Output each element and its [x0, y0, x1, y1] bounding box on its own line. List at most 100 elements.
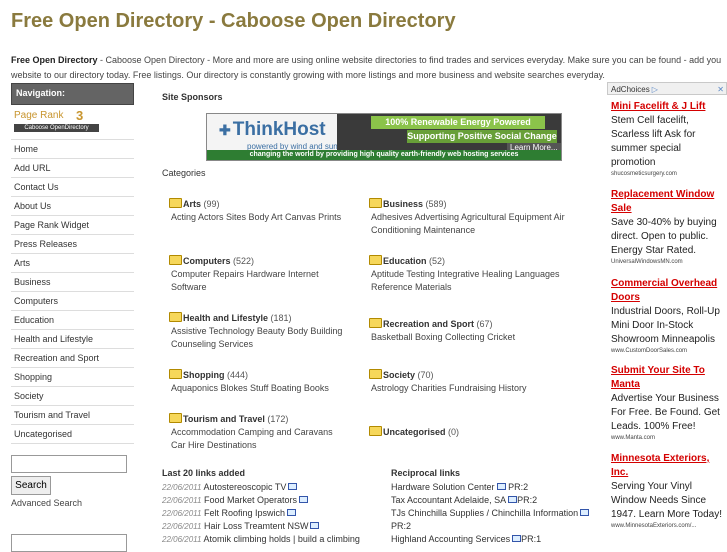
category-name[interactable]: Arts — [183, 199, 201, 209]
reciprocal-link-row[interactable]: Hardware Solution Center PR:2 — [391, 481, 596, 494]
subcategories[interactable]: Acting Actors Sites Body Art Canvas Prin… — [169, 211, 349, 224]
reciprocal-link-row[interactable]: Tax Accountant Adelaide, SA PR:2 — [391, 494, 596, 507]
ad-title[interactable]: Replacement Window Sale — [611, 188, 725, 216]
external-link-icon — [508, 496, 518, 503]
subcategories[interactable]: Computer Repairs Hardware Internet Softw… — [169, 268, 349, 294]
subcategories[interactable]: Basketball Boxing Collecting Cricket — [369, 331, 569, 344]
last-link-row[interactable]: 22/06/2011 Hair Loss Treamtent NSW — [162, 520, 360, 533]
link-text[interactable]: Hardware Solution Center — [391, 482, 495, 492]
category-name[interactable]: Recreation and Sport — [383, 319, 474, 329]
nav-item-society[interactable]: Society — [11, 387, 134, 406]
nav-item-arts[interactable]: Arts — [11, 254, 134, 273]
categories-heading: Categories — [162, 168, 206, 178]
ad-title[interactable]: Submit Your Site To Manta — [611, 364, 725, 392]
intro-rest: - Caboose Open Directory - More and more… — [11, 55, 722, 80]
ad-title[interactable]: Minnesota Exteriors, Inc. — [611, 452, 725, 480]
page-rank-widget[interactable]: Page Rank 3 Caboose OpenDirectory — [14, 108, 99, 134]
ad-close-icon[interactable]: ✕ — [717, 83, 724, 96]
subcategories[interactable]: Assistive Technology Beauty Body Buildin… — [169, 325, 349, 351]
ad-url[interactable]: www.MinnesotaExteriors.com/... — [611, 522, 725, 531]
last-link-row[interactable]: 22/06/2011 Autostereoscopic TV — [162, 481, 360, 494]
banner-strip: changing the world by providing high qua… — [207, 150, 561, 160]
nav-item-computers[interactable]: Computers — [11, 292, 134, 311]
nav-item-page-rank-widget[interactable]: Page Rank Widget — [11, 216, 134, 235]
ads-column: AdChoices ▷ ✕ Mini Facelift & J Lift Stem … — [607, 82, 727, 545]
category-computers: Computers (522) Computer Repairs Hardwar… — [169, 255, 349, 294]
external-link-icon — [512, 535, 522, 542]
category-name[interactable]: Shopping — [183, 370, 225, 380]
ad-url[interactable]: www.Manta.com — [611, 434, 725, 443]
external-link-icon — [287, 509, 296, 516]
subcategories[interactable]: Aptitude Testing Integrative Healing Lan… — [369, 268, 569, 294]
category-name[interactable]: Health and Lifestyle — [183, 313, 268, 323]
nav-list: Home Add URL Contact Us About Us Page Ra… — [11, 139, 134, 444]
external-link-icon — [580, 509, 590, 516]
nav-item-tourism-and-travel[interactable]: Tourism and Travel — [11, 406, 134, 425]
sponsor-banner[interactable]: ✚ ThinkHost powered by wind and sun 100% … — [206, 113, 562, 161]
advanced-search-link[interactable]: Advanced Search — [11, 498, 82, 508]
reciprocal-links-heading: Reciprocal links — [391, 468, 461, 478]
reciprocal-link-row[interactable]: Highland Accounting Services PR:1 — [391, 533, 596, 546]
site-sponsors-heading: Site Sponsors — [162, 92, 223, 102]
link-text[interactable]: Tax Accountant Adelaide, SA — [391, 495, 506, 505]
category-society: Society (70) Astrology Charities Fundrai… — [369, 369, 569, 395]
ad-choices-bar[interactable]: AdChoices ▷ ✕ — [607, 82, 727, 95]
ad-url[interactable]: UniversalWindowsMN.com — [611, 258, 725, 267]
nav-item-press-releases[interactable]: Press Releases — [11, 235, 134, 254]
nav-item-uncategorised[interactable]: Uncategorised — [11, 425, 134, 444]
search-button[interactable]: Search — [11, 476, 51, 495]
ad-title[interactable]: Commercial Overhead Doors — [611, 277, 725, 305]
nav-item-recreation-and-sport[interactable]: Recreation and Sport — [11, 349, 134, 368]
nav-item-business[interactable]: Business — [11, 273, 134, 292]
category-name[interactable]: Uncategorised — [383, 427, 446, 437]
nav-item-about-us[interactable]: About Us — [11, 197, 134, 216]
ad-item[interactable]: Minnesota Exteriors, Inc. Serving Your V… — [611, 452, 725, 531]
reciprocal-link-row: PR:2 — [391, 520, 596, 533]
category-count: (67) — [474, 319, 493, 329]
subcategories[interactable]: Astrology Charities Fundraising History — [369, 382, 569, 395]
link-text[interactable]: TJs Chinchilla Supplies / Chinchilla Inf… — [391, 508, 578, 518]
ad-item[interactable]: Submit Your Site To Manta Advertise Your… — [611, 364, 725, 443]
nav-item-education[interactable]: Education — [11, 311, 134, 330]
secondary-input[interactable] — [11, 534, 127, 552]
last-link-row[interactable]: 22/06/2011 Food Market Operators — [162, 494, 360, 507]
link-text[interactable]: Food Market Operators — [201, 495, 297, 505]
ad-item[interactable]: Replacement Window Sale Save 30-40% by b… — [611, 188, 725, 267]
last-link-row[interactable]: 22/06/2011 Felt Roofing Ipswich — [162, 507, 360, 520]
nav-item-health-and-lifestyle[interactable]: Health and Lifestyle — [11, 330, 134, 349]
category-name[interactable]: Society — [383, 370, 415, 380]
link-text[interactable]: Highland Accounting Services — [391, 534, 510, 544]
link-date: 22/06/2011 — [162, 483, 202, 492]
last-link-row[interactable]: 22/06/2011 Atomik climbing holds | build… — [162, 533, 360, 546]
reciprocal-link-row[interactable]: TJs Chinchilla Supplies / Chinchilla Inf… — [391, 507, 596, 520]
ad-title[interactable]: Mini Facelift & J Lift — [611, 100, 725, 114]
nav-item-contact-us[interactable]: Contact Us — [11, 178, 134, 197]
nav-item-shopping[interactable]: Shopping — [11, 368, 134, 387]
subcategories[interactable]: Accommodation Camping and Caravans Car H… — [169, 426, 349, 452]
page-rank-bar: Caboose OpenDirectory — [14, 124, 99, 132]
category-name[interactable]: Business — [383, 199, 423, 209]
page-rank-badge: PR:2 — [391, 521, 412, 531]
nav-item-add-url[interactable]: Add URL — [11, 159, 134, 178]
subcategories[interactable]: Aquaponics Blokes Stuff Boating Books — [169, 382, 349, 395]
reciprocal-links-list: Hardware Solution Center PR:2 Tax Accoun… — [391, 481, 596, 546]
nav-item-home[interactable]: Home — [11, 140, 134, 159]
category-count: (589) — [423, 199, 447, 209]
ad-item[interactable]: Mini Facelift & J Lift Stem Cell facelif… — [611, 100, 725, 179]
ad-url[interactable]: www.CustomDoorSales.com — [611, 347, 725, 356]
ad-choices-icon: ▷ — [651, 85, 658, 94]
link-text[interactable]: Atomik climbing holds | build a climbing — [201, 534, 359, 544]
link-text[interactable]: Autostereoscopic TV — [201, 482, 286, 492]
category-name[interactable]: Education — [383, 256, 427, 266]
folder-icon — [369, 255, 382, 265]
ad-body: Serving Your Vinyl Window Needs Since 19… — [611, 481, 723, 520]
category-name[interactable]: Computers — [183, 256, 231, 266]
ad-choices-label[interactable]: AdChoices — [611, 85, 650, 94]
search-input[interactable] — [11, 455, 127, 473]
category-name[interactable]: Tourism and Travel — [183, 414, 265, 424]
ad-url[interactable]: shucosmeticsurgery.com — [611, 170, 725, 179]
link-text[interactable]: Hair Loss Treamtent NSW — [201, 521, 309, 531]
ad-item[interactable]: Commercial Overhead Doors Industrial Doo… — [611, 277, 725, 356]
link-text[interactable]: Felt Roofing Ipswich — [201, 508, 285, 518]
subcategories[interactable]: Adhesives Advertising Agricultural Equip… — [369, 211, 569, 237]
